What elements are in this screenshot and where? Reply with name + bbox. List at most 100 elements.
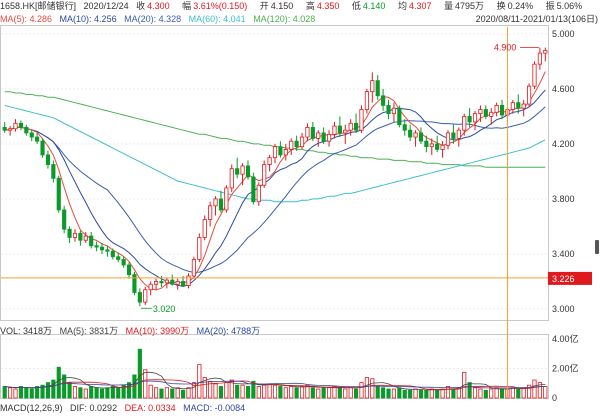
candle [170,274,175,286]
candle-body [256,184,261,203]
candle-body [375,80,380,97]
volume-bar [483,389,488,399]
candle [191,256,196,279]
candle [494,102,499,117]
candle-body [332,125,337,135]
candle [272,143,278,164]
candle-body [359,109,364,131]
candle [445,130,451,150]
volume-bar [224,382,229,399]
candle [537,47,542,70]
volume-tick-label: 4.00亿 [552,333,579,344]
candle-body [289,140,294,150]
candle [532,61,537,89]
candle-body [299,136,305,148]
volume-bar [451,388,456,399]
candle-body [429,143,434,148]
volume-bar [386,388,391,399]
volume-bar [283,387,288,399]
candle-body [251,176,256,203]
vol-legend: VOL: 3418万 [0,326,53,336]
candle [283,143,288,161]
candle-body [478,109,483,115]
candle [235,157,240,179]
candle [521,99,526,117]
candle [175,278,180,290]
volume-bar [299,386,305,399]
candle [267,154,272,172]
candle-body [110,250,115,258]
candle [143,286,148,305]
candle [262,160,267,188]
stock-chart[interactable]: 5.000 4.600 4.200 3.800 3.400 3.000 4.00亿 2.00亿… [0,0,600,416]
candle-body [224,187,229,211]
volume-bar [332,386,337,399]
volume-bar [99,388,105,399]
candle-body [35,136,40,142]
candle-body [164,279,169,284]
volume-bar [218,386,224,399]
candle-body [121,259,126,266]
volume-bar [532,379,537,399]
candle [359,105,364,133]
candle [29,130,34,142]
volume-bar [321,387,326,399]
volume-bar [197,364,202,399]
candle-body [413,132,418,138]
side-scroll-handle [595,240,599,254]
volume-bar [137,348,142,399]
candle-body [267,157,272,165]
candle [305,123,310,142]
candle [213,196,218,216]
candle [499,99,505,120]
candle-body [499,105,505,116]
price-tick-label: 3.400 [552,249,575,259]
candle [370,72,375,103]
volume-bar [337,387,342,399]
candle-body [283,149,288,156]
volume-bar [397,387,402,399]
candle-body [78,232,83,241]
volume-bar [164,387,169,399]
candle [381,88,386,111]
volume-bar [235,384,240,399]
candle [51,160,56,183]
candle [402,119,407,136]
candle-body [51,164,56,179]
candle [148,281,153,296]
candle [240,163,245,186]
vol-ma20-legend: MA(20): 4788万 [196,326,261,336]
candle-body [521,103,526,109]
candle-body [537,52,542,65]
volume-bar [35,386,40,399]
candle-body [386,105,391,115]
volume-bar [435,389,440,399]
volume-bar [72,386,78,399]
volume-bar [29,388,34,399]
volume-bar [170,388,175,399]
volume-bar [267,383,272,399]
volume-bar [472,387,478,399]
volume-bar [8,387,13,399]
candle-body [494,105,499,113]
macd-legend: MACD(12,26,9) DIF: 0.0292 DEA: 0.0334 MA… [0,402,250,415]
candle-body [213,198,218,207]
volume-bar [418,389,424,399]
candle [289,138,294,155]
candle-body [370,80,375,93]
volume-bar [2,386,7,399]
volume-bar [159,388,164,399]
candle-body [472,113,478,123]
candle [8,126,13,136]
candle-body [440,144,445,150]
candle [208,201,213,227]
volume-bar [510,387,515,399]
volume-bar [143,369,148,399]
candle [354,113,359,133]
candle-body [208,205,213,220]
volume-bar [78,387,83,399]
volume-bar [381,387,386,399]
candle-body [278,146,283,156]
volume-bar [278,386,283,399]
candle-body [13,122,18,130]
